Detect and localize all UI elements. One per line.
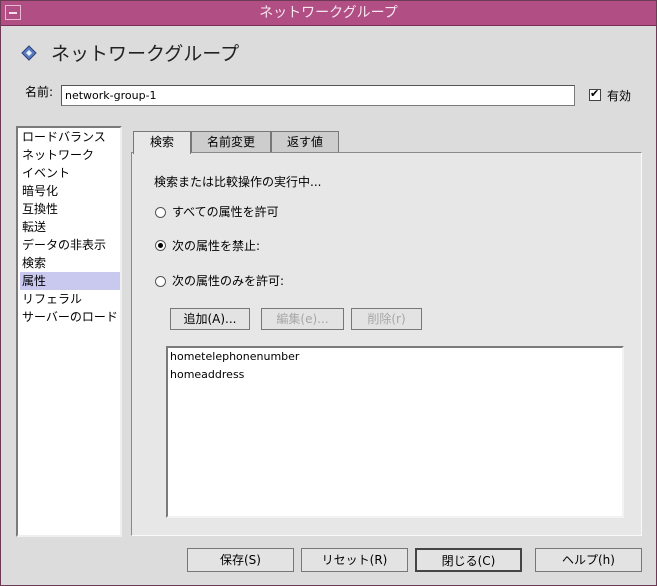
- list-item[interactable]: hometelephonenumber: [170, 348, 299, 366]
- title-bar: ネットワークグループ: [1, 1, 656, 26]
- diamond-icon: [21, 45, 37, 61]
- window: ネットワークグループ ネットワークグループ 名前: 有効 ロードバランス ネット…: [0, 0, 657, 586]
- attribute-list[interactable]: hometelephonenumber homeaddress: [166, 346, 624, 518]
- close-button[interactable]: 閉じる(C): [415, 548, 522, 572]
- tab-search[interactable]: 検索: [133, 131, 191, 154]
- sidebar-item-server-load[interactable]: サーバーのロード: [20, 308, 120, 326]
- panel-description: 検索または比較操作の実行中...: [154, 175, 322, 189]
- delete-button[interactable]: 削除(r): [351, 308, 422, 330]
- page-title: ネットワークグループ: [51, 43, 240, 65]
- window-title: ネットワークグループ: [259, 5, 398, 21]
- sidebar-item-event[interactable]: イベント: [20, 164, 120, 182]
- allow-all-radio[interactable]: [155, 207, 166, 218]
- sidebar-item-network[interactable]: ネットワーク: [20, 146, 120, 164]
- tab-panel: 検索または比較操作の実行中... すべての属性を許可 次の属性を禁止: 次の属性…: [131, 152, 642, 536]
- sidebar-item-encryption[interactable]: 暗号化: [20, 182, 120, 200]
- sidebar-item-data-hiding[interactable]: データの非表示: [20, 236, 120, 254]
- name-label: 名前:: [25, 85, 54, 99]
- sidebar-item-compatibility[interactable]: 互換性: [20, 200, 120, 218]
- enabled-checkbox[interactable]: [589, 87, 601, 101]
- sidebar-item-referral[interactable]: リフェラル: [20, 290, 120, 308]
- sidebar-item-search[interactable]: 検索: [20, 254, 120, 272]
- allow-only-label: 次の属性のみを許可:: [172, 274, 285, 288]
- deny-listed-label: 次の属性を禁止:: [172, 239, 261, 253]
- sidebar-item-attributes[interactable]: 属性: [20, 272, 120, 290]
- help-button[interactable]: ヘルプ(h): [535, 548, 642, 572]
- list-item[interactable]: homeaddress: [170, 366, 244, 384]
- tab-return-values[interactable]: 返す値: [271, 131, 339, 153]
- sidebar-list[interactable]: ロードバランス ネットワーク イベント 暗号化 互換性 転送 データの非表示 検…: [16, 126, 122, 537]
- allow-only-radio[interactable]: [155, 276, 166, 287]
- tab-rename[interactable]: 名前変更: [191, 131, 271, 153]
- name-field[interactable]: [61, 85, 575, 106]
- deny-listed-radio[interactable]: [155, 240, 166, 251]
- enabled-label: 有効: [607, 89, 632, 103]
- sidebar-item-load-balance[interactable]: ロードバランス: [20, 128, 120, 146]
- allow-all-label: すべての属性を許可: [172, 205, 279, 219]
- edit-button[interactable]: 編集(e)...: [261, 308, 344, 330]
- reset-button[interactable]: リセット(R): [301, 548, 408, 572]
- sidebar-item-forwarding[interactable]: 転送: [20, 218, 120, 236]
- add-button[interactable]: 追加(A)...: [170, 308, 250, 330]
- save-button[interactable]: 保存(S): [187, 548, 294, 572]
